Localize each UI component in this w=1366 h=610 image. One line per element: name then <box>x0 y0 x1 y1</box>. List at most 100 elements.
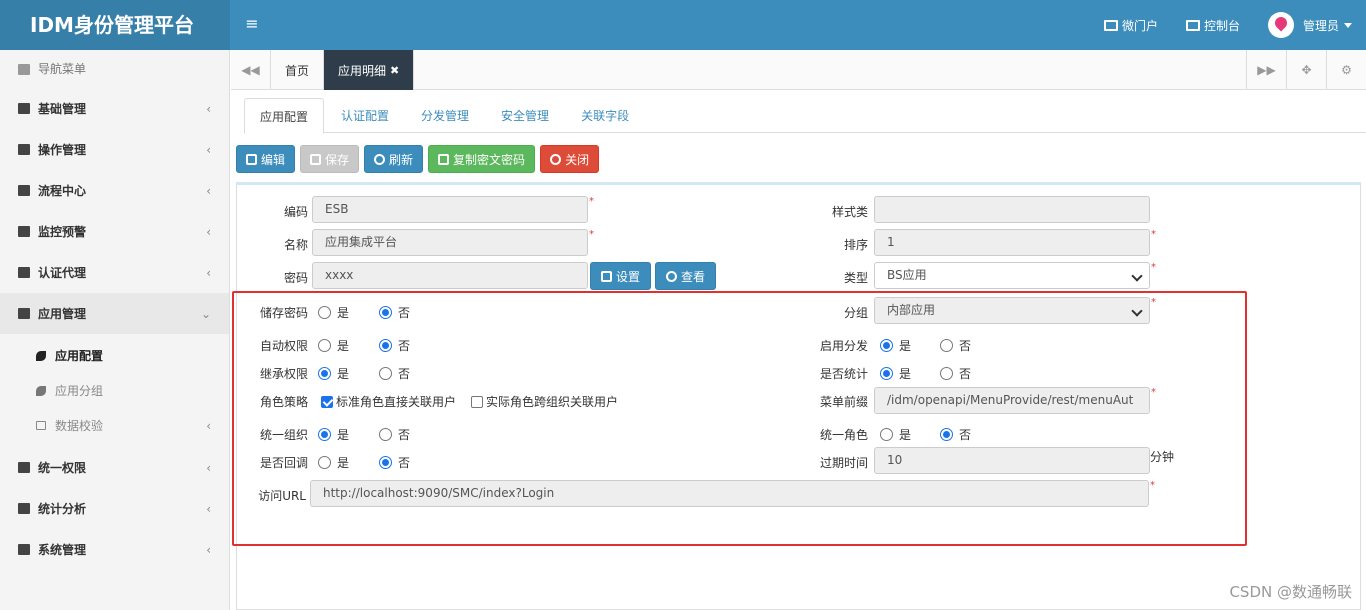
enable-dist-yes[interactable]: 是 <box>880 337 911 354</box>
tab-app-detail[interactable]: 应用明细 ✖ <box>324 50 415 90</box>
enable-dist-no[interactable]: 否 <box>940 337 971 354</box>
console-link[interactable]: 控制台 <box>1185 17 1240 34</box>
user-menu[interactable]: 管理员 <box>1267 12 1352 38</box>
inherit-permission-yes[interactable]: 是 <box>318 365 349 382</box>
callback-yes[interactable]: 是 <box>318 454 349 471</box>
sidebar-item-unified-permission[interactable]: 统一权限 ‹ <box>0 447 229 488</box>
close-button[interactable]: 关闭 <box>540 145 600 173</box>
leaf-icon <box>36 385 46 396</box>
set-password-button[interactable]: 设置 <box>590 262 652 290</box>
inherit-permission-label: 继承权限 <box>259 367 308 381</box>
copy-cipher-button[interactable]: 复制密文密码 <box>428 145 536 173</box>
inherit-permission-no[interactable]: 否 <box>379 365 410 382</box>
store-password-label: 储存密码 <box>259 306 308 320</box>
set-password-label: 设置 <box>616 269 641 284</box>
role-policy-cross-org[interactable]: 实际角色跨组织关联用户 <box>471 393 618 410</box>
save-button[interactable]: 保存 <box>300 145 360 173</box>
callback-no[interactable]: 否 <box>379 454 410 471</box>
password-field[interactable]: xxxx <box>312 262 588 289</box>
sidebar-subitem-label: 应用分组 <box>55 384 104 398</box>
scroll-tabs-right-icon[interactable]: ▶▶ <box>1246 50 1286 90</box>
close-circle-icon <box>550 153 562 165</box>
radio-label: 是 <box>899 367 912 381</box>
unified-role-yes[interactable]: 是 <box>880 426 911 443</box>
auto-permission-yes[interactable]: 是 <box>318 337 349 354</box>
style-class-field[interactable] <box>874 196 1150 223</box>
sidebar-item-monitor[interactable]: 监控预警 ‹ <box>0 211 229 252</box>
radio-label: 否 <box>959 428 972 442</box>
gear-icon[interactable]: ⚙ <box>1326 50 1366 90</box>
enable-dist-label: 启用分发 <box>819 339 868 353</box>
sidebar-item-auth-proxy[interactable]: 认证代理 ‹ <box>0 252 229 293</box>
tab-home[interactable]: 首页 <box>271 50 325 90</box>
radio-label: 否 <box>398 367 411 381</box>
scroll-tabs-left-icon[interactable]: ◀◀ <box>231 50 271 90</box>
portal-link-label: 微门户 <box>1121 18 1158 33</box>
chevron-left-icon: ‹ <box>206 418 211 433</box>
edit-button-label: 编辑 <box>261 152 286 167</box>
tab-app-config[interactable]: 应用配置 <box>244 98 325 134</box>
unified-role-no[interactable]: 否 <box>940 426 971 443</box>
checkbox-label: 实际角色跨组织关联用户 <box>486 395 619 409</box>
statistics-yes[interactable]: 是 <box>880 365 911 382</box>
name-label: 名称 <box>283 238 308 252</box>
sidebar-item-operation[interactable]: 操作管理 ‹ <box>0 129 229 170</box>
required-mark: * <box>1151 262 1156 273</box>
role-policy-standard[interactable]: 标准角色直接关联用户 <box>321 393 456 410</box>
close-tab-icon[interactable]: ✖ <box>390 64 399 77</box>
sidebar-subitem-app-config[interactable]: 应用配置 <box>0 338 229 373</box>
group-label: 分组 <box>843 306 868 320</box>
password-label: 密码 <box>283 271 308 285</box>
sidebar-item-system[interactable]: 系统管理 ‹ <box>0 529 229 570</box>
type-select[interactable]: BS应用 <box>874 262 1150 289</box>
store-password-yes[interactable]: 是 <box>318 304 349 321</box>
code-label: 编码 <box>283 205 308 219</box>
unified-role-label: 统一角色 <box>819 428 868 442</box>
sidebar-item-basic[interactable]: 基础管理 ‹ <box>0 88 229 129</box>
store-password-no[interactable]: 否 <box>379 304 410 321</box>
name-field[interactable]: 应用集成平台 <box>312 229 588 256</box>
tabs-bar-tools: ▶▶ ✥ ⚙ <box>1246 50 1366 90</box>
radio-checked-icon <box>379 456 392 469</box>
eye-icon <box>18 226 30 237</box>
download-icon <box>310 153 322 165</box>
tab-distribution[interactable]: 分发管理 <box>406 98 484 133</box>
sidebar-item-statistics[interactable]: 统计分析 ‹ <box>0 488 229 529</box>
portal-link[interactable]: 微门户 <box>1103 17 1158 34</box>
close-button-label: 关闭 <box>565 152 590 167</box>
auto-permission-no[interactable]: 否 <box>379 337 410 354</box>
fullscreen-icon[interactable]: ✥ <box>1286 50 1326 90</box>
app-logo[interactable]: IDM身份管理平台 <box>0 0 230 50</box>
radio-label: 是 <box>337 306 350 320</box>
tab-security[interactable]: 安全管理 <box>486 98 564 133</box>
edit-icon <box>601 270 612 282</box>
code-field[interactable]: ESB <box>312 196 588 223</box>
sidebar-subitem-label: 应用配置 <box>55 349 104 363</box>
menu-toggle-icon[interactable]: ≡ <box>240 0 264 50</box>
sidebar-subitem-app-group[interactable]: 应用分组 <box>0 373 229 408</box>
sidebar-subitem-data-check[interactable]: 数据校验 ‹ <box>0 408 229 443</box>
unified-org-yes[interactable]: 是 <box>318 426 349 443</box>
tab-auth-config[interactable]: 认证配置 <box>326 98 404 133</box>
user-name: 管理员 <box>1302 18 1339 33</box>
refresh-button[interactable]: 刷新 <box>364 145 424 173</box>
group-select[interactable]: 内部应用 <box>874 297 1150 324</box>
radio-icon <box>880 428 893 441</box>
chevron-left-icon: ‹ <box>206 460 211 475</box>
unified-org-no[interactable]: 否 <box>379 426 410 443</box>
edit-button[interactable]: 编辑 <box>236 145 296 173</box>
view-password-button[interactable]: 查看 <box>655 262 717 290</box>
sidebar-item-workflow[interactable]: 流程中心 ‹ <box>0 170 229 211</box>
url-field[interactable]: http://localhost:9090/SMC/index?Login <box>310 480 1149 507</box>
expire-unit: 分钟 <box>1150 450 1175 464</box>
tab-related-fields[interactable]: 关联字段 <box>566 98 644 133</box>
gears-icon <box>18 544 30 555</box>
order-field[interactable]: 1 <box>874 229 1150 256</box>
edit-icon <box>246 153 257 165</box>
sidebar-item-label: 统一权限 <box>38 461 87 475</box>
sidebar-item-app-management[interactable]: 应用管理 ⌄ <box>0 293 229 334</box>
expire-field[interactable]: 10 <box>874 447 1150 474</box>
statistics-no[interactable]: 否 <box>940 365 971 382</box>
menu-prefix-field[interactable]: /idm/openapi/MenuProvide/rest/menuAut <box>874 387 1150 414</box>
radio-checked-icon <box>379 339 392 352</box>
